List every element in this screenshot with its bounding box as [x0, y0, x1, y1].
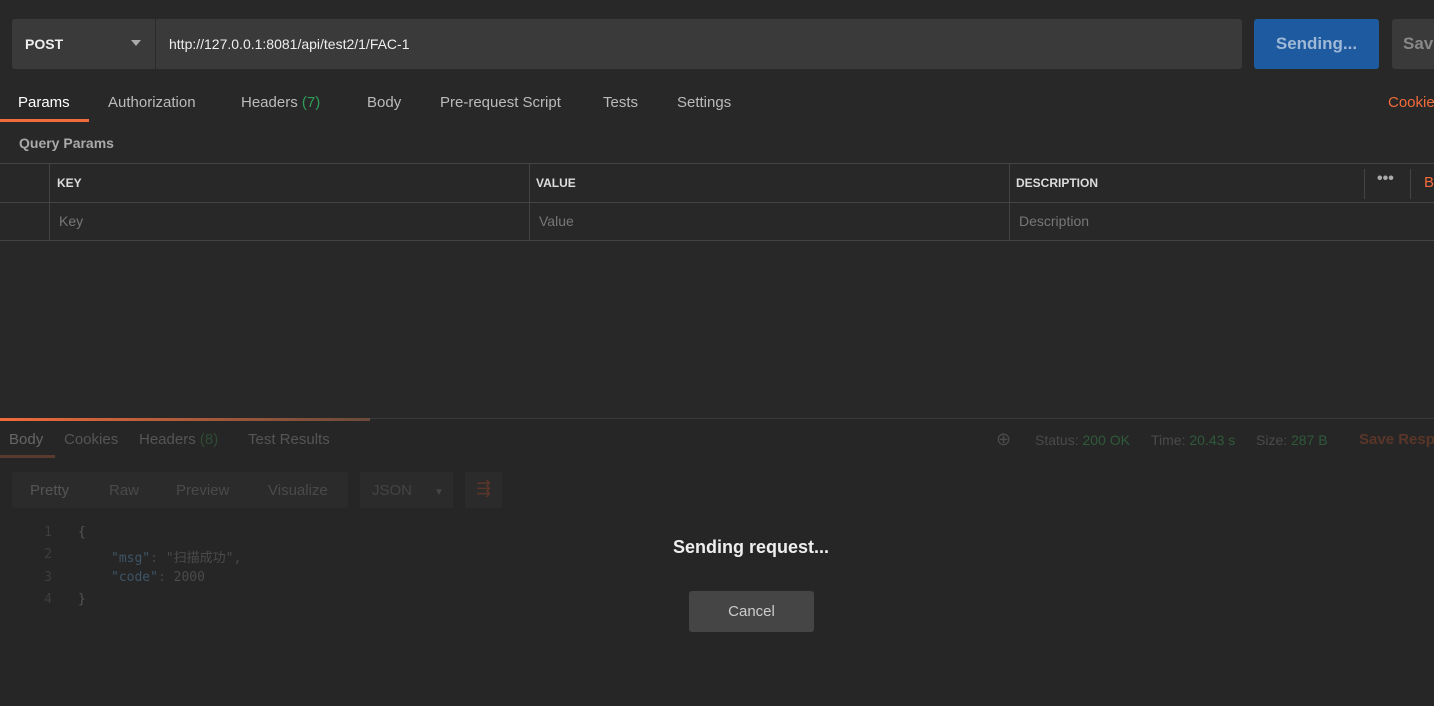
active-tab-indicator [0, 119, 89, 122]
line-number: 3 [44, 570, 52, 585]
tab-headers[interactable]: Headers (7) [241, 94, 320, 111]
column-value: VALUE [536, 176, 576, 190]
method-label: POST [25, 36, 64, 52]
response-tab-test-results[interactable]: Test Results [248, 431, 330, 448]
chevron-down-icon: ▼ [434, 487, 444, 498]
description-input[interactable]: Description [1019, 213, 1089, 229]
response-tab-cookies[interactable]: Cookies [64, 431, 118, 448]
tab-tests[interactable]: Tests [603, 94, 638, 111]
tab-settings[interactable]: Settings [677, 94, 731, 111]
save-button[interactable]: Save [1392, 19, 1434, 69]
time-label: Time: [1151, 432, 1186, 448]
code-line: "code": 2000 [111, 570, 205, 585]
cookies-link[interactable]: Cookies [1388, 94, 1434, 111]
tab-pre-request-script[interactable]: Pre-request Script [440, 94, 561, 111]
time-value: 20.43 s [1189, 432, 1236, 448]
cancel-button[interactable]: Cancel [689, 591, 814, 632]
response-tab-headers[interactable]: Headers (8) [139, 431, 218, 448]
code-line: } [78, 592, 86, 607]
tab-authorization[interactable]: Authorization [108, 94, 196, 111]
status-value: 200 OK [1082, 432, 1130, 448]
save-response-button[interactable]: Save Response [1359, 431, 1434, 448]
line-number: 4 [44, 592, 52, 607]
key-input[interactable]: Key [59, 213, 83, 229]
column-description: DESCRIPTION [1016, 176, 1099, 190]
divider [370, 418, 1434, 419]
format-preview[interactable]: Preview [176, 482, 229, 499]
params-table: KEY VALUE DESCRIPTION ••• Bulk Edit Key … [0, 163, 1434, 241]
format-pretty[interactable]: Pretty [30, 482, 69, 499]
tab-headers-label: Headers [241, 94, 298, 111]
json-key: "code" [111, 570, 158, 585]
status-label: Status: [1035, 432, 1079, 448]
response-headers-label: Headers [139, 431, 196, 448]
headers-count: (7) [301, 94, 321, 111]
tab-params[interactable]: Params [18, 94, 70, 111]
bulk-edit-link[interactable]: Bulk Edit [1424, 174, 1434, 191]
more-options-icon[interactable]: ••• [1377, 170, 1394, 188]
size-value: 287 B [1291, 432, 1328, 448]
language-select[interactable]: JSON ▼ [360, 472, 453, 508]
response-headers-count: (8) [199, 431, 219, 448]
tab-body[interactable]: Body [367, 94, 401, 111]
globe-icon: ⊕ [996, 429, 1012, 449]
send-button[interactable]: Sending... [1254, 19, 1379, 69]
sending-request-message: Sending request... [672, 537, 830, 557]
format-raw[interactable]: Raw [109, 482, 139, 499]
query-params-title: Query Params [19, 135, 114, 151]
wrap-lines-icon[interactable]: ⇶ [465, 472, 502, 508]
size-readout: Size: 287 B [1256, 432, 1328, 448]
value-input[interactable]: Value [539, 213, 574, 229]
column-key: KEY [57, 176, 82, 190]
format-tabs: Pretty Raw Preview Visualize [12, 472, 348, 508]
response-tab-indicator [0, 455, 55, 458]
format-visualize[interactable]: Visualize [268, 482, 328, 499]
chevron-down-icon [131, 40, 141, 46]
language-label: JSON [372, 482, 413, 499]
progress-bar [0, 418, 370, 421]
status-readout: Status: 200 OK [1035, 432, 1130, 448]
size-label: Size: [1256, 432, 1288, 448]
time-readout: Time: 20.43 s [1151, 432, 1235, 448]
json-value: 2000 [173, 570, 205, 585]
method-select[interactable]: POST [12, 19, 156, 69]
response-tab-body[interactable]: Body [9, 431, 43, 448]
url-input[interactable]: http://127.0.0.1:8081/api/test2/1/FAC-1 [156, 19, 1242, 69]
